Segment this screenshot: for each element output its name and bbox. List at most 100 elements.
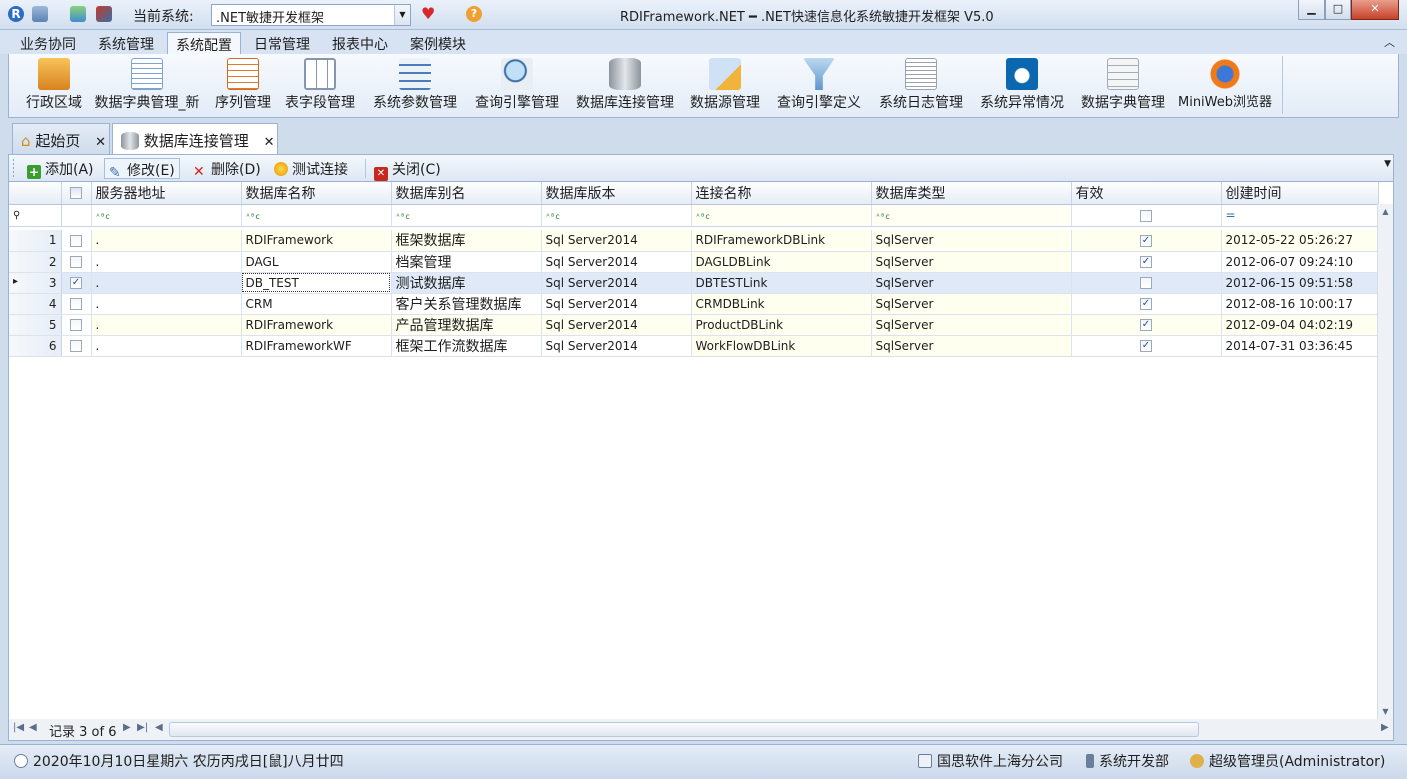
table-row[interactable]: ▸ 3 ✓. DB_TEST 测试数据库 Sql Server2014 DBTESTLink…: [9, 272, 1379, 294]
cell-db-type[interactable]: SqlServer: [871, 293, 1072, 315]
cell-created[interactable]: 2012-06-07 09:24:10: [1221, 251, 1379, 273]
col-valid[interactable]: 有效: [1071, 182, 1222, 205]
cell-db-type[interactable]: SqlServer: [871, 230, 1072, 252]
col-db-type[interactable]: 数据库类型: [871, 182, 1072, 205]
help-icon[interactable]: ?: [466, 6, 482, 22]
valid-checkbox[interactable]: ✓: [1140, 298, 1152, 310]
table-row[interactable]: 2. DAGL 档案管理 Sql Server2014 DAGLDBLink SqlSer…: [9, 251, 1379, 273]
row-checkbox[interactable]: [61, 293, 92, 315]
table-row[interactable]: 6. RDIFrameworkWF 框架工作流数据库 Sql Server2014 Wo…: [9, 335, 1379, 357]
cell-db-alias[interactable]: 档案管理: [391, 251, 542, 273]
col-db-alias[interactable]: 数据库别名: [391, 182, 542, 205]
row-number[interactable]: 6: [9, 335, 62, 357]
cell-db-name[interactable]: RDIFramework: [241, 230, 392, 252]
tab-business[interactable]: 业务协同: [12, 32, 84, 54]
cell-db-name[interactable]: CRM: [241, 293, 392, 315]
cell-db-version[interactable]: Sql Server2014: [541, 230, 692, 252]
doc-tab-db-connection[interactable]: 数据库连接管理 ✕: [112, 123, 278, 154]
cell-valid[interactable]: ✓: [1071, 335, 1222, 357]
cell-db-name[interactable]: DAGL: [241, 251, 392, 273]
col-conn-name[interactable]: 连接名称: [691, 182, 872, 205]
ribbon-button-system-log[interactable]: 系统日志管理: [873, 58, 969, 112]
chevron-down-icon[interactable]: ▼: [394, 5, 410, 25]
row-number[interactable]: 4: [9, 293, 62, 315]
cell-db-type[interactable]: SqlServer: [871, 272, 1072, 294]
checkbox[interactable]: [70, 319, 82, 331]
cell-conn-name[interactable]: ProductDBLink: [691, 314, 872, 336]
last-record-icon[interactable]: ▶|: [137, 722, 148, 733]
system-select[interactable]: .NET敏捷开发框架 ▼: [211, 4, 411, 26]
first-record-icon[interactable]: |◀: [13, 722, 24, 733]
close-button[interactable]: ✕ 关闭(C): [370, 158, 445, 181]
row-number[interactable]: 5: [9, 314, 62, 336]
cell-db-version[interactable]: Sql Server2014: [541, 272, 692, 294]
cell-db-alias[interactable]: 测试数据库: [391, 272, 542, 294]
ribbon-button-parameter[interactable]: 系统参数管理: [367, 58, 463, 112]
cell-created[interactable]: 2012-05-22 05:26:27: [1221, 230, 1379, 252]
cell-db-type[interactable]: SqlServer: [871, 314, 1072, 336]
close-window-button[interactable]: ✕: [1351, 0, 1399, 20]
col-server[interactable]: 服务器地址: [91, 182, 242, 205]
next-record-icon[interactable]: ▶: [123, 722, 131, 733]
cell-created[interactable]: 2012-06-15 09:51:58: [1221, 272, 1379, 294]
ribbon-button-miniweb[interactable]: MiniWeb浏览器: [1175, 58, 1275, 112]
row-number[interactable]: 2: [9, 251, 62, 273]
checkbox[interactable]: [70, 256, 82, 268]
cell-valid[interactable]: ✓: [1071, 230, 1222, 252]
ribbon-button-table-field[interactable]: 表字段管理: [280, 58, 360, 112]
tab-system-config[interactable]: 系统配置: [167, 32, 241, 54]
cell-created[interactable]: 2012-08-16 10:00:17: [1221, 293, 1379, 315]
filter-db-version[interactable]: ᴬᴮc: [541, 204, 692, 227]
cell-db-version[interactable]: Sql Server2014: [541, 335, 692, 357]
maximize-button[interactable]: □: [1325, 0, 1351, 20]
app-logo-icon[interactable]: R: [8, 6, 24, 22]
users-icon[interactable]: [70, 6, 86, 22]
cell-db-type[interactable]: SqlServer: [871, 335, 1072, 357]
cell-db-alias[interactable]: 框架数据库: [391, 230, 542, 252]
tab-system-management[interactable]: 系统管理: [90, 32, 162, 54]
cell-db-version[interactable]: Sql Server2014: [541, 293, 692, 315]
ribbon-button-exception[interactable]: 系统异常情况: [974, 58, 1070, 112]
ribbon-button-dictionary[interactable]: 数据字典管理: [1075, 58, 1171, 112]
cell-server[interactable]: .: [91, 251, 242, 273]
tab-report-center[interactable]: 报表中心: [324, 32, 396, 54]
scroll-left-icon[interactable]: ◀: [155, 722, 163, 733]
cell-db-type[interactable]: SqlServer: [871, 251, 1072, 273]
close-icon[interactable]: ✕: [264, 135, 275, 150]
close-icon[interactable]: ✕: [95, 135, 106, 150]
row-number[interactable]: 1: [9, 230, 62, 252]
quick-access-icon[interactable]: [32, 6, 48, 22]
cell-db-version[interactable]: Sql Server2014: [541, 251, 692, 273]
cell-conn-name[interactable]: DBTESTLink: [691, 272, 872, 294]
checkbox[interactable]: [70, 298, 82, 310]
ribbon-button-db-connection[interactable]: 数据库连接管理: [570, 58, 680, 112]
ribbon-button-query-definition[interactable]: 查询引擎定义: [771, 58, 867, 112]
table-row[interactable]: 4. CRM 客户关系管理数据库 Sql Server2014 CRMDBLink Sql…: [9, 293, 1379, 315]
select-all-checkbox[interactable]: [61, 182, 92, 205]
cell-db-version[interactable]: Sql Server2014: [541, 314, 692, 336]
valid-checkbox[interactable]: ✓: [1140, 234, 1152, 247]
horizontal-scrollbar[interactable]: [169, 722, 1199, 737]
row-checkbox[interactable]: [61, 230, 92, 252]
cell-conn-name[interactable]: WorkFlowDBLink: [691, 335, 872, 357]
filter-db-name[interactable]: ᴬᴮc: [241, 204, 392, 227]
col-db-version[interactable]: 数据库版本: [541, 182, 692, 205]
toolbar-overflow-icon[interactable]: ▼: [1384, 159, 1391, 169]
cell-conn-name[interactable]: CRMDBLink: [691, 293, 872, 315]
test-connection-button[interactable]: 测试连接: [270, 158, 352, 179]
cell-valid[interactable]: [1071, 272, 1222, 294]
row-number[interactable]: ▸ 3: [9, 272, 62, 294]
cell-server[interactable]: .: [91, 335, 242, 357]
cell-valid[interactable]: ✓: [1071, 251, 1222, 273]
add-button[interactable]: + 添加(A): [23, 158, 98, 179]
prev-record-icon[interactable]: ◀: [29, 722, 37, 733]
row-checkbox[interactable]: [61, 335, 92, 357]
scroll-down-icon[interactable]: ▼: [1378, 704, 1393, 720]
cell-server[interactable]: .: [91, 272, 242, 294]
ribbon-button-region[interactable]: 行政区域: [17, 58, 91, 112]
ribbon-button-sequence[interactable]: 序列管理: [210, 58, 276, 112]
valid-checkbox[interactable]: ✓: [1140, 340, 1152, 352]
filter-created[interactable]: =: [1221, 204, 1379, 227]
cell-db-alias[interactable]: 框架工作流数据库: [391, 335, 542, 357]
ribbon-button-dictionary-new[interactable]: 数据字典管理_新: [89, 58, 205, 112]
